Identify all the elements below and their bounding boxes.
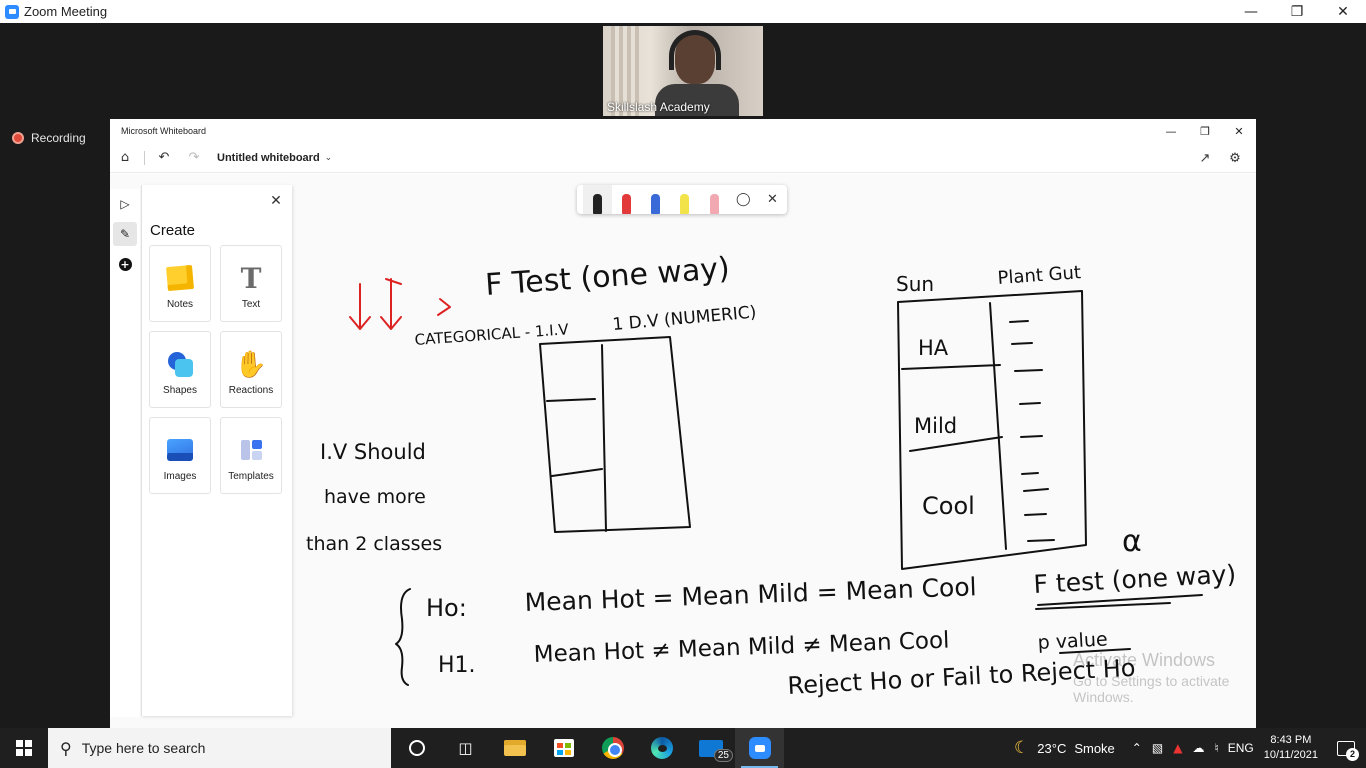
ink-text-h0-eq: Mean Hot = Mean Mild = Mean Cool	[524, 572, 977, 617]
ink-text-plant: Plant Gut	[997, 262, 1082, 289]
taskbar-search-box[interactable]: ⚲ Type here to search	[48, 728, 391, 768]
windows-logo-icon	[16, 740, 32, 756]
onedrive-cloud-icon[interactable]: ☁	[1192, 741, 1204, 755]
minimize-button[interactable]: —	[1228, 0, 1274, 23]
ink-layer: F Test (one way) CATEGORICAL - 1.I.V 1 D…	[306, 251, 1237, 700]
weather-moon-icon[interactable]: ☾	[1014, 738, 1029, 758]
system-tray: ☾ 23°C Smoke ⌃ ▧ ▲ ☁ ♮ ENG 8:43 PM 10/11…	[1014, 728, 1366, 768]
taskbar-zoom[interactable]	[735, 728, 784, 768]
taskbar-chrome[interactable]	[588, 728, 637, 768]
ink-text-dv: 1 D.V (NUMERIC)	[612, 302, 757, 334]
clock[interactable]: 8:43 PM 10/11/2021	[1264, 733, 1318, 763]
ink-text-f-test: F Test (one way)	[484, 251, 731, 303]
zoom-window-controls: — ❐ ✕	[1228, 0, 1366, 23]
recording-label: Recording	[31, 131, 86, 145]
folder-icon	[503, 740, 526, 756]
store-icon	[553, 739, 574, 757]
restore-button[interactable]: ❐	[1274, 0, 1320, 23]
ink-left-table	[539, 336, 691, 533]
watermark-line-1: Activate Windows	[1073, 650, 1216, 670]
taskbar-store[interactable]	[539, 728, 588, 768]
zoom-window-title: Zoom Meeting	[24, 4, 108, 19]
taskbar-edge[interactable]	[637, 728, 686, 768]
chrome-icon	[601, 737, 624, 759]
start-button[interactable]	[0, 728, 48, 768]
task-view-icon: ◫	[458, 739, 473, 757]
taskbar-task-view[interactable]: ◫	[441, 728, 490, 768]
ink-red-arrow-1	[349, 283, 371, 330]
ink-text-iv-3: than 2 classes	[306, 533, 442, 555]
weather-desc[interactable]: Smoke	[1074, 741, 1114, 756]
recording-dot-icon	[12, 132, 24, 144]
language-indicator[interactable]: ENG	[1228, 741, 1254, 755]
participant-video-tile[interactable]: Skillslash Academy	[603, 26, 763, 116]
ink-text-sun: Sun	[896, 272, 934, 296]
notification-count: 2	[1346, 748, 1359, 761]
ink-text-h1-eq: Mean Hot ≠ Mean Mild ≠ Mean Cool	[533, 627, 950, 667]
ink-text-h1-label: H1.	[438, 653, 476, 678]
speaker-icon[interactable]: ♮	[1214, 741, 1218, 755]
ink-text-ftest-2: F test (one way)	[1033, 559, 1237, 599]
recording-indicator[interactable]: Recording	[12, 131, 86, 145]
weather-temp[interactable]: 23°C	[1037, 741, 1066, 756]
taskbar-apps: ◫ 25	[392, 728, 784, 768]
zoom-icon	[748, 737, 771, 759]
ink-text-iv-1: I.V Should	[320, 440, 426, 464]
ink-text-cool: Cool	[922, 492, 975, 520]
taskbar-cortana[interactable]	[392, 728, 441, 768]
search-placeholder: Type here to search	[81, 740, 206, 756]
watermark-line-2: Go to Settings to activate Windows.	[1073, 673, 1230, 705]
zoom-logo-icon	[5, 4, 19, 19]
activate-windows-watermark: Activate Windows Go to Settings to activ…	[1073, 650, 1256, 705]
windows-taskbar: ⚲ Type here to search ◫ 25 ☾ 23°C Smoke …	[0, 728, 1366, 768]
ink-text-alpha: α	[1122, 524, 1142, 559]
clock-time: 8:43 PM	[1270, 734, 1312, 746]
taskbar-file-explorer[interactable]	[490, 728, 539, 768]
search-icon: ⚲	[60, 738, 72, 758]
ink-text-h0-label: Ho:	[426, 594, 467, 622]
clock-date: 10/11/2021	[1263, 749, 1318, 761]
cortana-icon	[408, 740, 425, 756]
taskbar-mail[interactable]: 25	[686, 728, 735, 768]
usb-device-icon[interactable]: ▧	[1152, 741, 1163, 755]
zoom-titlebar: Zoom Meeting — ❐ ✕	[0, 0, 1366, 23]
close-button[interactable]: ✕	[1320, 0, 1366, 23]
mail-badge: 25	[713, 749, 733, 762]
action-center-button[interactable]: 2	[1326, 728, 1366, 768]
ink-red-arrow-2	[380, 278, 402, 330]
whiteboard-window: Microsoft Whiteboard — ❐ ✕ ⌂ ↶ ↷ Untitle…	[110, 119, 1256, 728]
ink-text-hot: HA	[918, 336, 949, 360]
ink-text-mild: Mild	[914, 414, 957, 438]
volume-mute-icon[interactable]: ▲	[1173, 741, 1182, 755]
ink-red-arrow-3	[385, 278, 451, 316]
chevron-up-icon[interactable]: ⌃	[1132, 741, 1142, 755]
edge-icon	[650, 737, 673, 759]
ink-right-table-dashes	[1009, 320, 1055, 542]
participant-name: Skillslash Academy	[607, 100, 710, 114]
ink-brace	[395, 588, 411, 686]
headset-icon	[669, 30, 721, 70]
ink-text-categorical: CATEGORICAL - 1.I.V	[414, 320, 570, 349]
ink-text-iv-2: have more	[324, 486, 426, 508]
